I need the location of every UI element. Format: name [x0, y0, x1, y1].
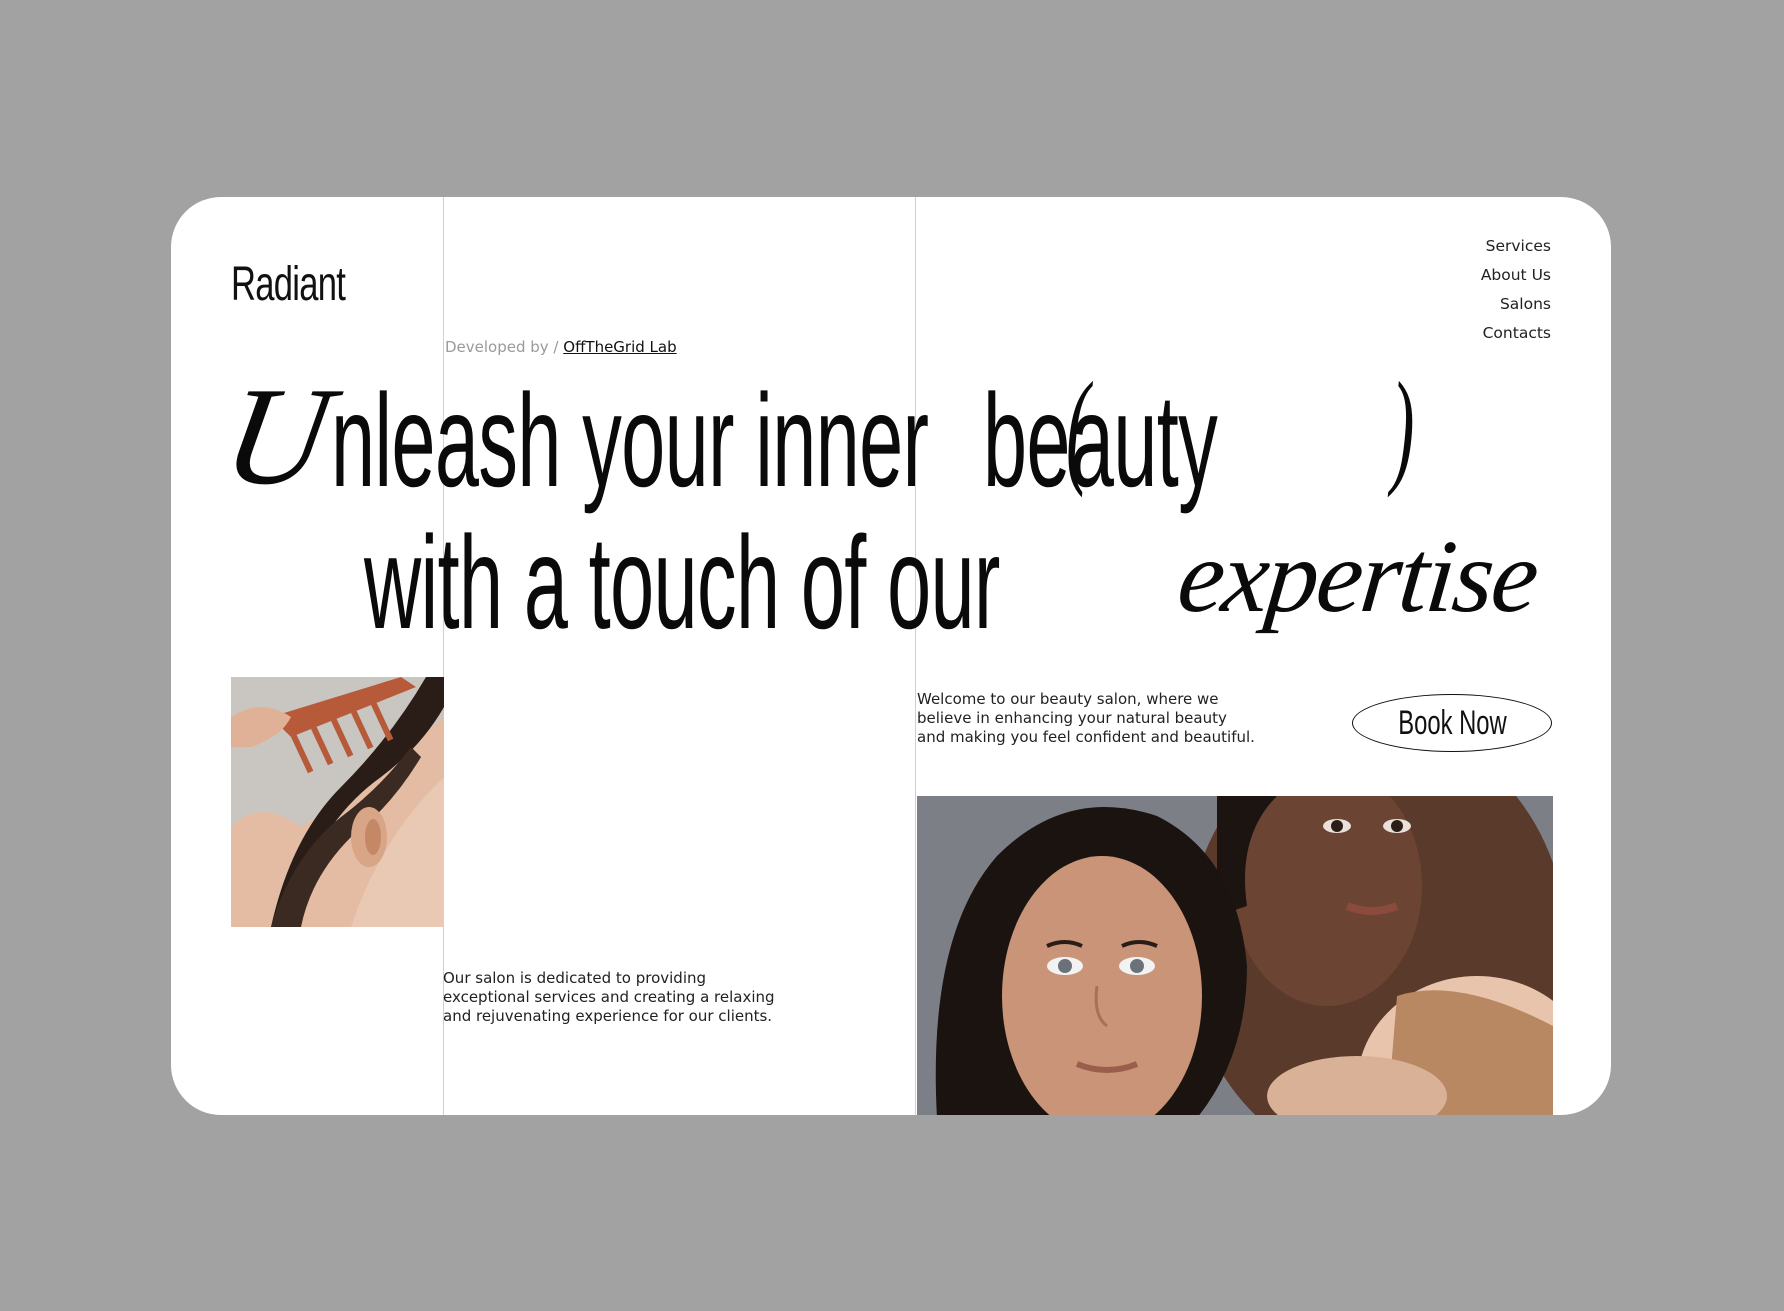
brand-logo[interactable]: Radiant — [231, 257, 346, 312]
hair-comb-photo — [231, 677, 444, 927]
headline-paren-close: ) — [1391, 356, 1415, 498]
salon-description: Our salon is dedicated to providing exce… — [443, 969, 803, 1026]
welcome-line-3: and making you feel confident and beauti… — [917, 728, 1255, 746]
book-now-label: Book Now — [1397, 703, 1507, 742]
nav-about-us[interactable]: About Us — [1481, 261, 1551, 290]
headline-line-1: nleash your inner — [331, 367, 929, 514]
nav-services[interactable]: Services — [1481, 232, 1551, 261]
salon-line-2: exceptional services and creating a rela… — [443, 988, 775, 1006]
models-photo — [917, 796, 1553, 1115]
salon-line-1: Our salon is dedicated to providing — [443, 969, 707, 987]
headline-word-beauty: beauty — [983, 367, 1218, 514]
welcome-line-2: believe in enhancing your natural beauty — [917, 709, 1227, 727]
book-now-button[interactable]: Book Now — [1352, 694, 1552, 752]
welcome-line-1: Welcome to our beauty salon, where we — [917, 690, 1219, 708]
nav-salons[interactable]: Salons — [1481, 290, 1551, 319]
headline-script-initial: U — [213, 359, 342, 514]
grid-divider-right — [915, 197, 916, 1115]
welcome-text: Welcome to our beauty salon, where we be… — [917, 690, 1277, 747]
salon-line-3: and rejuvenating experience for our clie… — [443, 1007, 773, 1025]
credit-link[interactable]: OffTheGrid Lab — [563, 338, 676, 356]
credit-prefix: Developed by / — [445, 338, 564, 356]
hero-card: Radiant Developed by / OffTheGrid Lab Se… — [171, 197, 1611, 1115]
headline-script-expertise: expertise — [1173, 519, 1543, 634]
headline-line-2: with a touch of our — [364, 509, 1000, 656]
nav-contacts[interactable]: Contacts — [1481, 319, 1551, 348]
main-nav: Services About Us Salons Contacts — [1481, 232, 1551, 348]
developer-credit: Developed by / OffTheGrid Lab — [445, 338, 677, 356]
